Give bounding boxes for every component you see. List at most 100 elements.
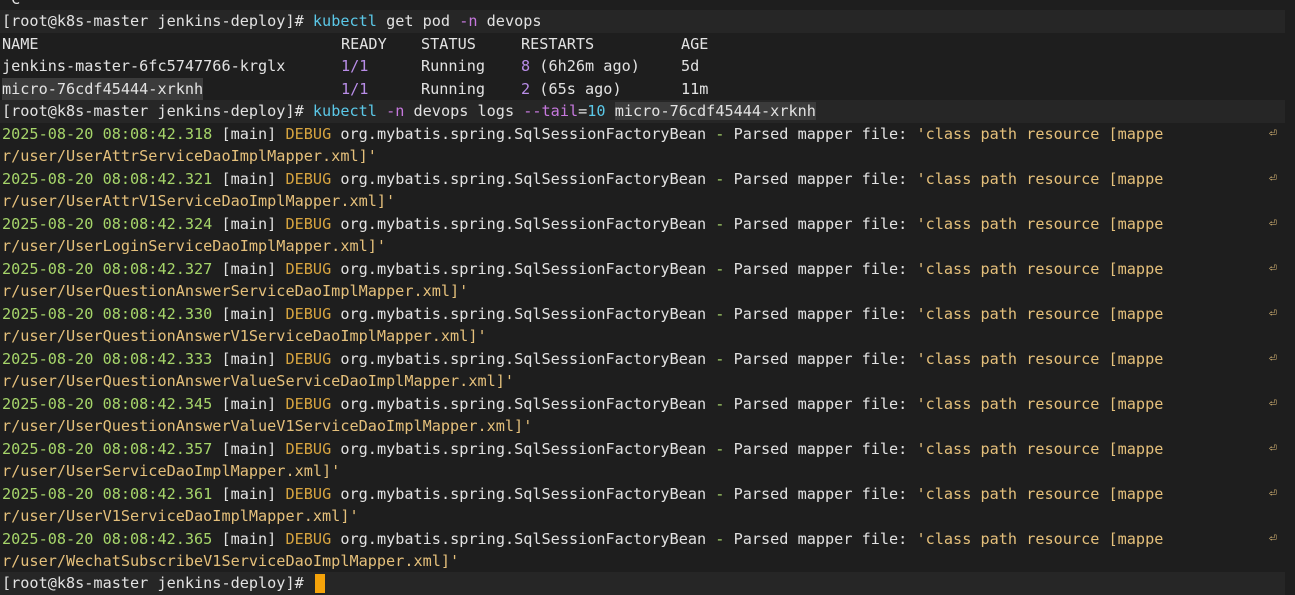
active-prompt-line[interactable]: [root@k8s-master jenkins-deploy]# — [2, 572, 325, 595]
log-class: org.mybatis.spring.SqlSessionFactoryBean — [340, 259, 707, 278]
log-timestamp: 2025-08-20 08:08:42.324 — [2, 214, 213, 233]
log-thread: [main] — [221, 394, 277, 413]
log-thread: [main] — [221, 349, 277, 368]
log-class: org.mybatis.spring.SqlSessionFactoryBean — [340, 439, 707, 458]
pod-row: jenkins-master-6fc5747766-krglx 1/1 Runn… — [2, 55, 1282, 78]
pod-row: micro-76cdf45444-xrknh 1/1 Running 2 (65… — [2, 77, 1282, 101]
log-timestamp: 2025-08-20 08:08:42.321 — [2, 169, 213, 188]
log-level: DEBUG — [285, 259, 332, 278]
line-wrap-icon: ⏎ — [1269, 125, 1277, 141]
log-line: 2025-08-20 08:08:42.330 [main] DEBUG org… — [2, 303, 1163, 326]
log-message: Parsed mapper file: — [733, 124, 908, 143]
command-line-2: [root@k8s-master jenkins-deploy]# kubect… — [2, 100, 816, 123]
log-quoted-path-cont: r/user/UserV1ServiceDaoImplMapper.xml]' — [2, 507, 359, 525]
log-class: org.mybatis.spring.SqlSessionFactoryBean — [340, 214, 707, 233]
prompt: [root@k8s-master jenkins-deploy]# — [2, 12, 304, 30]
log-class: org.mybatis.spring.SqlSessionFactoryBean — [340, 169, 707, 188]
pod-age: 11m — [681, 79, 709, 98]
command-args: get pod — [376, 12, 460, 30]
command-flag: --tail — [523, 102, 579, 120]
command-args: devops logs — [404, 102, 524, 120]
log-dash: - — [715, 259, 725, 278]
log-quoted-path: 'class path resource [mappe — [916, 304, 1164, 323]
log-dash: - — [715, 169, 725, 188]
log-message: Parsed mapper file: — [733, 529, 908, 548]
command-args: devops — [477, 12, 542, 30]
command-name: kubectl — [312, 102, 377, 120]
pod-ready: 1/1 — [341, 79, 369, 98]
log-message: Parsed mapper file: — [733, 394, 908, 413]
log-line: 2025-08-20 08:08:42.365 [main] DEBUG org… — [2, 528, 1163, 551]
line-wrap-icon: ⏎ — [1269, 530, 1277, 546]
log-timestamp: 2025-08-20 08:08:42.318 — [2, 124, 213, 143]
log-class: org.mybatis.spring.SqlSessionFactoryBean — [340, 529, 707, 548]
col-age-header: AGE — [681, 34, 709, 53]
log-dash: - — [715, 529, 725, 548]
line-wrap-icon: ⏎ — [1269, 485, 1277, 501]
log-dash: - — [715, 304, 725, 323]
log-quoted-path-cont: r/user/UserAttrServiceDaoImplMapper.xml]… — [2, 147, 377, 165]
log-thread: [main] — [221, 214, 277, 233]
log-dash: - — [715, 394, 725, 413]
command-flag-value: 10 — [587, 102, 606, 120]
log-thread: [main] — [221, 169, 277, 188]
log-level: DEBUG — [285, 304, 332, 323]
log-level: DEBUG — [285, 484, 332, 503]
log-quoted-path-cont: r/user/UserAttrV1ServiceDaoImplMapper.xm… — [2, 192, 396, 210]
terminal-window[interactable]: ^C [root@k8s-master jenkins-deploy]# kub… — [0, 0, 1295, 595]
log-line-continuation: r/user/UserQuestionAnswerValueServiceDao… — [2, 370, 514, 393]
pod-status: Running — [421, 79, 486, 98]
pod-restarts-count: 2 — [521, 79, 531, 98]
log-quoted-path: 'class path resource [mappe — [916, 394, 1164, 413]
log-quoted-path: 'class path resource [mappe — [916, 349, 1164, 368]
log-dash: - — [715, 124, 725, 143]
log-quoted-path-cont: r/user/UserQuestionAnswerServiceDaoImplM… — [2, 282, 469, 300]
line-wrap-icon: ⏎ — [1269, 440, 1277, 456]
log-message: Parsed mapper file: — [733, 484, 908, 503]
line-wrap-icon: ⏎ — [1269, 395, 1277, 411]
log-message: Parsed mapper file: — [733, 439, 908, 458]
pod-age: 5d — [681, 57, 700, 75]
pod-name: micro-76cdf45444-xrknh — [2, 77, 204, 100]
pod-restarts: 8 (6h26m ago) — [521, 55, 640, 78]
log-timestamp: 2025-08-20 08:08:42.357 — [2, 439, 213, 458]
log-level: DEBUG — [285, 529, 332, 548]
pod-restarts-note: (65s ago) — [530, 79, 622, 98]
log-thread: [main] — [221, 484, 277, 503]
pod-restarts-note: (6h26m ago) — [530, 57, 640, 75]
pod-name: jenkins-master-6fc5747766-krglx — [2, 57, 286, 75]
log-message: Parsed mapper file: — [733, 349, 908, 368]
command-flag: -n — [386, 102, 405, 120]
log-timestamp: 2025-08-20 08:08:42.365 — [2, 529, 213, 548]
log-level: DEBUG — [285, 169, 332, 188]
log-line-continuation: r/user/UserServiceDaoImplMapper.xml]' — [2, 460, 340, 483]
log-line-continuation: r/user/UserQuestionAnswerServiceDaoImplM… — [2, 280, 468, 303]
log-line: 2025-08-20 08:08:42.324 [main] DEBUG org… — [2, 213, 1163, 236]
col-ready-header: READY — [341, 34, 387, 53]
log-timestamp: 2025-08-20 08:08:42.333 — [2, 349, 213, 368]
command-name: kubectl — [312, 12, 377, 30]
log-line-continuation: r/user/UserV1ServiceDaoImplMapper.xml]' — [2, 505, 359, 528]
log-line-continuation: r/user/UserAttrServiceDaoImplMapper.xml]… — [2, 145, 377, 168]
log-thread: [main] — [221, 304, 277, 323]
command-eq: = — [578, 102, 588, 120]
log-line: 2025-08-20 08:08:42.357 [main] DEBUG org… — [2, 438, 1163, 461]
pod-status: Running — [421, 57, 486, 75]
log-line: 2025-08-20 08:08:42.318 [main] DEBUG org… — [2, 123, 1163, 146]
log-timestamp: 2025-08-20 08:08:42.361 — [2, 484, 213, 503]
log-quoted-path: 'class path resource [mappe — [916, 259, 1164, 278]
terminal-cursor[interactable] — [314, 574, 325, 593]
line-wrap-icon: ⏎ — [1269, 260, 1277, 276]
prompt: [root@k8s-master jenkins-deploy]# — [2, 102, 304, 120]
pod-restarts: 2 (65s ago) — [521, 78, 622, 101]
log-quoted-path: 'class path resource [mappe — [916, 439, 1164, 458]
line-wrap-icon: ⏎ — [1269, 215, 1277, 231]
log-quoted-path-cont: r/user/WechatSubscribeV1ServiceDaoImplMa… — [2, 552, 460, 570]
log-level: DEBUG — [285, 439, 332, 458]
log-line: 2025-08-20 08:08:42.345 [main] DEBUG org… — [2, 393, 1163, 416]
log-timestamp: 2025-08-20 08:08:42.327 — [2, 259, 213, 278]
terminal-partial-line: ^C — [2, 0, 20, 11]
log-thread: [main] — [221, 259, 277, 278]
pods-table-header: NAME READY STATUS RESTARTS AGE — [2, 33, 1282, 56]
log-class: org.mybatis.spring.SqlSessionFactoryBean — [340, 304, 707, 323]
